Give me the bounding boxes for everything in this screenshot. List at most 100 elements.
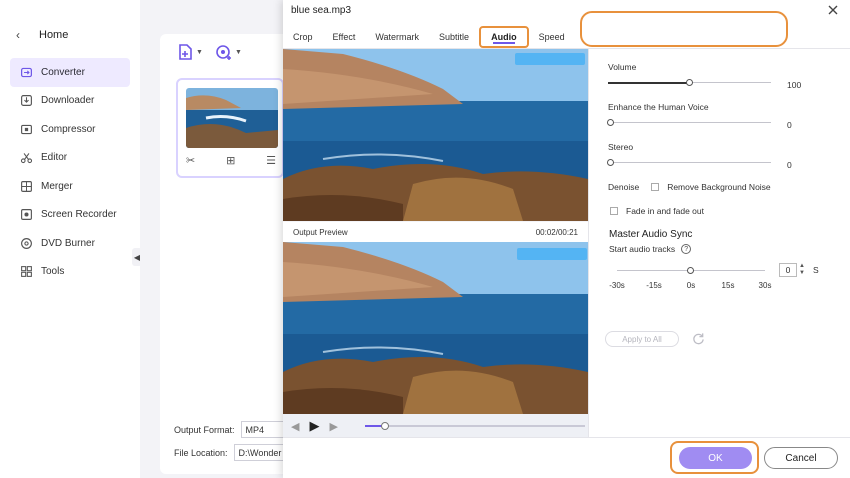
help-icon[interactable]: ? xyxy=(681,244,692,254)
volume-slider-fill xyxy=(608,81,690,84)
ok-button[interactable]: OK xyxy=(679,447,752,469)
play-icon[interactable]: ▶ xyxy=(309,418,319,434)
chevron-up-icon[interactable]: ▲ xyxy=(799,263,805,270)
watermark-placeholder xyxy=(517,248,587,260)
sidebar-item-label: Tools xyxy=(41,266,65,278)
add-file-icon xyxy=(179,44,192,60)
sidebar: ‹ Home Converter Downloader Compressor E… xyxy=(0,0,142,478)
stepper-arrows[interactable]: ▲ ▼ xyxy=(799,263,805,277)
dialog-title: blue sea.mp3 xyxy=(291,5,352,16)
output-format-label: Output Format: xyxy=(174,424,235,435)
fade-checkbox[interactable] xyxy=(610,207,618,215)
thumbnail-toolbar: ✂ ⊞ ☰ xyxy=(186,154,276,167)
sidebar-item-label: DVD Burner xyxy=(41,237,95,249)
sidebar-nav: Converter Downloader Compressor Editor M… xyxy=(10,58,130,286)
denoise-row: Denoise Remove Background Noise xyxy=(608,182,771,192)
output-preview-label: Output Preview xyxy=(293,227,348,237)
volume-value: 100 xyxy=(787,80,802,90)
stereo-value: 0 xyxy=(787,160,792,170)
effects-list-icon[interactable]: ☰ xyxy=(266,154,276,167)
file-location-label: File Location: xyxy=(174,447,228,458)
tick-label: 0s xyxy=(686,281,696,290)
volume-slider[interactable] xyxy=(608,78,771,86)
tab-watermark[interactable]: Watermark xyxy=(365,26,429,48)
sidebar-item-label: Downloader xyxy=(41,95,95,107)
enhance-voice-label: Enhance the Human Voice xyxy=(608,102,709,112)
audio-sync-slider[interactable] xyxy=(617,266,765,274)
add-file-button[interactable]: ▼ xyxy=(176,43,203,61)
tab-subtitle[interactable]: Subtitle xyxy=(429,26,479,48)
sidebar-item-label: Merger xyxy=(41,180,73,192)
file-location-field[interactable]: D:\Wonder xyxy=(233,444,284,461)
audio-sync-unit: S xyxy=(812,265,819,275)
chevron-down-icon[interactable]: ▼ xyxy=(799,270,805,277)
original-video-frame xyxy=(283,49,588,221)
start-tracks-row: Start audio tracks ? xyxy=(609,244,692,254)
sidebar-item-screen-recorder[interactable]: Screen Recorder xyxy=(10,201,130,230)
output-video-frame xyxy=(283,242,588,414)
tools-icon xyxy=(18,264,34,280)
toolbar: ▼ ▼ xyxy=(176,43,242,61)
converter-icon xyxy=(18,64,34,80)
audio-sync-stepper[interactable]: 0 ▲ ▼ S xyxy=(779,263,819,277)
volume-label: Volume xyxy=(608,62,637,72)
output-format-row: Output Format: MP4 xyxy=(174,421,291,438)
sidebar-item-label: Converter xyxy=(41,66,85,78)
apply-to-all-button[interactable]: Apply to All xyxy=(605,331,679,347)
sidebar-item-label: Screen Recorder xyxy=(41,209,117,221)
sidebar-item-compressor[interactable]: Compressor xyxy=(10,115,130,144)
sidebar-item-label: Editor xyxy=(41,152,68,164)
screen-recorder-icon xyxy=(18,207,34,223)
close-icon[interactable] xyxy=(826,3,840,17)
sidebar-item-editor[interactable]: Editor xyxy=(10,144,130,173)
sidebar-item-converter[interactable]: Converter xyxy=(10,58,130,87)
home-label: Home xyxy=(39,29,69,41)
trim-icon[interactable]: ✂ xyxy=(186,154,195,167)
denoise-label: Denoise xyxy=(608,182,640,192)
sidebar-item-merger[interactable]: Merger xyxy=(10,172,130,201)
chevron-left-icon: ‹ xyxy=(16,28,20,42)
tab-audio[interactable]: Audio xyxy=(479,26,529,48)
audio-sync-input[interactable]: 0 xyxy=(779,263,797,277)
dvd-icon xyxy=(18,235,34,251)
pane-divider xyxy=(588,49,589,437)
start-tracks-label: Start audio tracks xyxy=(609,244,676,254)
audio-sync-ticks: -30s -15s 0s 15s 30s xyxy=(609,281,771,291)
merger-icon xyxy=(18,178,34,194)
stereo-slider[interactable] xyxy=(607,158,771,166)
compressor-icon xyxy=(18,121,34,137)
master-audio-sync-title: Master Audio Sync xyxy=(609,229,693,240)
sidebar-item-tools[interactable]: Tools xyxy=(10,258,130,287)
cancel-button[interactable]: Cancel xyxy=(764,447,838,469)
refresh-icon[interactable] xyxy=(692,332,705,345)
tab-crop[interactable]: Crop xyxy=(283,26,323,48)
audio-sync-slider-handle[interactable] xyxy=(687,266,694,274)
enhance-voice-value: 0 xyxy=(787,120,792,130)
seek-bar[interactable] xyxy=(365,422,585,430)
enhance-voice-slider[interactable] xyxy=(607,118,771,126)
add-media-button[interactable]: ▼ xyxy=(215,43,242,61)
home-link[interactable]: ‹ Home xyxy=(16,28,68,42)
tick-label: -15s xyxy=(646,281,662,290)
enhance-voice-slider-handle[interactable] xyxy=(607,118,614,126)
downloader-icon xyxy=(18,93,34,109)
remove-noise-checkbox[interactable] xyxy=(651,183,660,191)
footer-divider xyxy=(283,437,850,438)
file-thumbnail xyxy=(186,88,278,148)
tab-effect[interactable]: Effect xyxy=(323,26,366,48)
time-readout: 00:02/00:21 xyxy=(535,227,578,237)
next-frame-icon[interactable]: ▶ xyxy=(329,420,337,433)
previous-frame-icon[interactable]: ◀ xyxy=(291,420,299,433)
tab-speed[interactable]: Speed xyxy=(529,26,575,48)
sidebar-item-downloader[interactable]: Downloader xyxy=(10,87,130,116)
edit-tabs: Crop Effect Watermark Subtitle Audio Spe… xyxy=(283,26,575,48)
chevron-down-icon: ▼ xyxy=(234,48,242,56)
crop-icon[interactable]: ⊞ xyxy=(226,154,235,167)
sidebar-item-dvd-burner[interactable]: DVD Burner xyxy=(10,229,130,258)
add-media-icon xyxy=(216,45,231,60)
fade-row: Fade in and fade out xyxy=(610,206,704,216)
file-thumbnail-card[interactable]: ✂ ⊞ ☰ xyxy=(176,78,284,178)
seek-bar-handle[interactable] xyxy=(380,422,389,430)
stereo-slider-handle[interactable] xyxy=(607,158,614,166)
volume-slider-handle[interactable] xyxy=(686,78,693,86)
